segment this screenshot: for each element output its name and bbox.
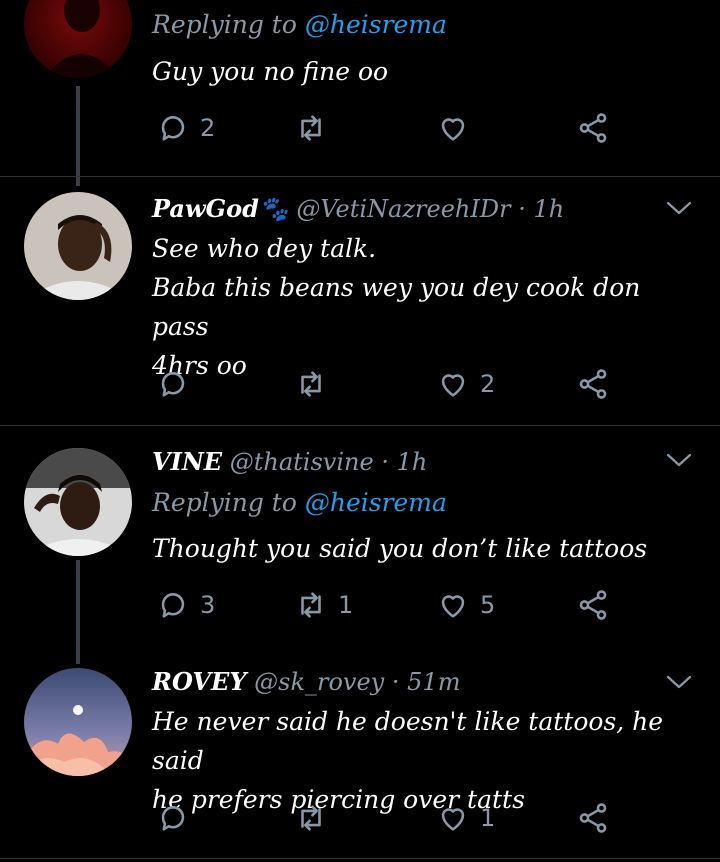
like-icon: [441, 118, 465, 141]
handle[interactable]: @sk_rovey: [254, 668, 384, 696]
retweet-icon: [301, 592, 321, 618]
share-button[interactable]: [576, 585, 610, 625]
handle[interactable]: @thatisvine: [230, 448, 374, 476]
share-icon: [579, 590, 607, 620]
avatar[interactable]: [24, 448, 132, 556]
tweet-header: ROVEY @sk_rovey · 51m: [152, 667, 460, 696]
retweet-button[interactable]: [294, 108, 338, 148]
tweet-header: VINE @thatisvine · 1h: [152, 447, 427, 476]
reply-icon: [161, 372, 185, 397]
retweet-button[interactable]: [294, 798, 338, 838]
reply-icon: [161, 116, 185, 141]
tweet-text: See who dey talk. Baba this beans wey yo…: [152, 234, 641, 380]
retweet-icon: [301, 371, 321, 397]
share-icon: [579, 113, 607, 143]
tweet-menu-button[interactable]: [664, 672, 694, 692]
thread-line: [76, 86, 80, 186]
thread-line: [76, 560, 80, 664]
tweet-menu-button[interactable]: [664, 450, 694, 470]
tweet-header: PawGod🐾 @VetiNazreehIDr · 1h: [152, 194, 564, 223]
reply-button[interactable]: [156, 364, 200, 404]
reply-icon: [161, 593, 185, 618]
like-button[interactable]: 2: [436, 364, 495, 404]
chevron-down-icon: [666, 201, 692, 215]
like-button[interactable]: 5: [436, 585, 495, 625]
timestamp[interactable]: 1h: [533, 195, 564, 223]
retweet-icon: [301, 805, 321, 831]
mention-link[interactable]: @heisrema: [305, 488, 447, 517]
share-button[interactable]: [576, 108, 610, 148]
retweet-count: 1: [338, 591, 354, 619]
timestamp[interactable]: 1h: [397, 448, 428, 476]
like-button[interactable]: [436, 108, 480, 148]
mention-link[interactable]: @heisrema: [305, 10, 447, 39]
retweet-icon: [301, 115, 321, 141]
divider: [0, 176, 720, 177]
like-count: 5: [480, 591, 496, 619]
tweet-menu-button[interactable]: [664, 198, 694, 218]
tweet-text: Guy you no fine oo: [152, 57, 389, 86]
handle[interactable]: @VetiNazreehIDr: [296, 195, 510, 223]
like-count: 2: [480, 370, 496, 398]
share-icon: [579, 369, 607, 399]
like-count: 1: [480, 804, 496, 832]
reply-count: 3: [200, 591, 216, 619]
tweet-actions: 3 1 5: [152, 585, 632, 625]
chevron-down-icon: [666, 453, 692, 467]
like-button[interactable]: 1: [436, 798, 495, 838]
separator: ·: [391, 668, 400, 696]
timestamp[interactable]: 51m: [407, 668, 460, 696]
display-name[interactable]: ROVEY: [152, 667, 246, 696]
display-name[interactable]: PawGod🐾: [152, 194, 289, 223]
tweet-actions: 2: [152, 108, 632, 148]
retweet-button[interactable]: [294, 364, 338, 404]
tweet-actions: 2: [152, 364, 632, 404]
share-button[interactable]: [576, 798, 610, 838]
tweet-text: Thought you said you don’t like tattoos: [152, 534, 648, 563]
retweet-button[interactable]: 1: [294, 585, 353, 625]
share-button[interactable]: [576, 364, 610, 404]
reply-count: 2: [200, 114, 216, 142]
separator: ·: [518, 195, 526, 223]
like-icon: [441, 374, 465, 397]
divider: [0, 858, 720, 859]
avatar[interactable]: [24, 192, 132, 300]
chevron-down-icon: [666, 675, 692, 689]
share-icon: [579, 803, 607, 833]
like-icon: [441, 595, 465, 618]
separator: ·: [381, 448, 389, 476]
tweet-actions: 1: [152, 798, 632, 838]
avatar[interactable]: [24, 668, 132, 776]
reply-button[interactable]: 3: [156, 585, 215, 625]
replying-to: Replying to @heisrema: [152, 488, 447, 517]
avatar[interactable]: [24, 0, 132, 78]
replying-to: Replying to @heisrema: [152, 10, 447, 39]
display-name[interactable]: VINE: [152, 447, 222, 476]
reply-button[interactable]: [156, 798, 200, 838]
divider: [0, 425, 720, 426]
reply-button[interactable]: 2: [156, 108, 215, 148]
reply-icon: [161, 806, 185, 831]
like-icon: [441, 808, 465, 831]
